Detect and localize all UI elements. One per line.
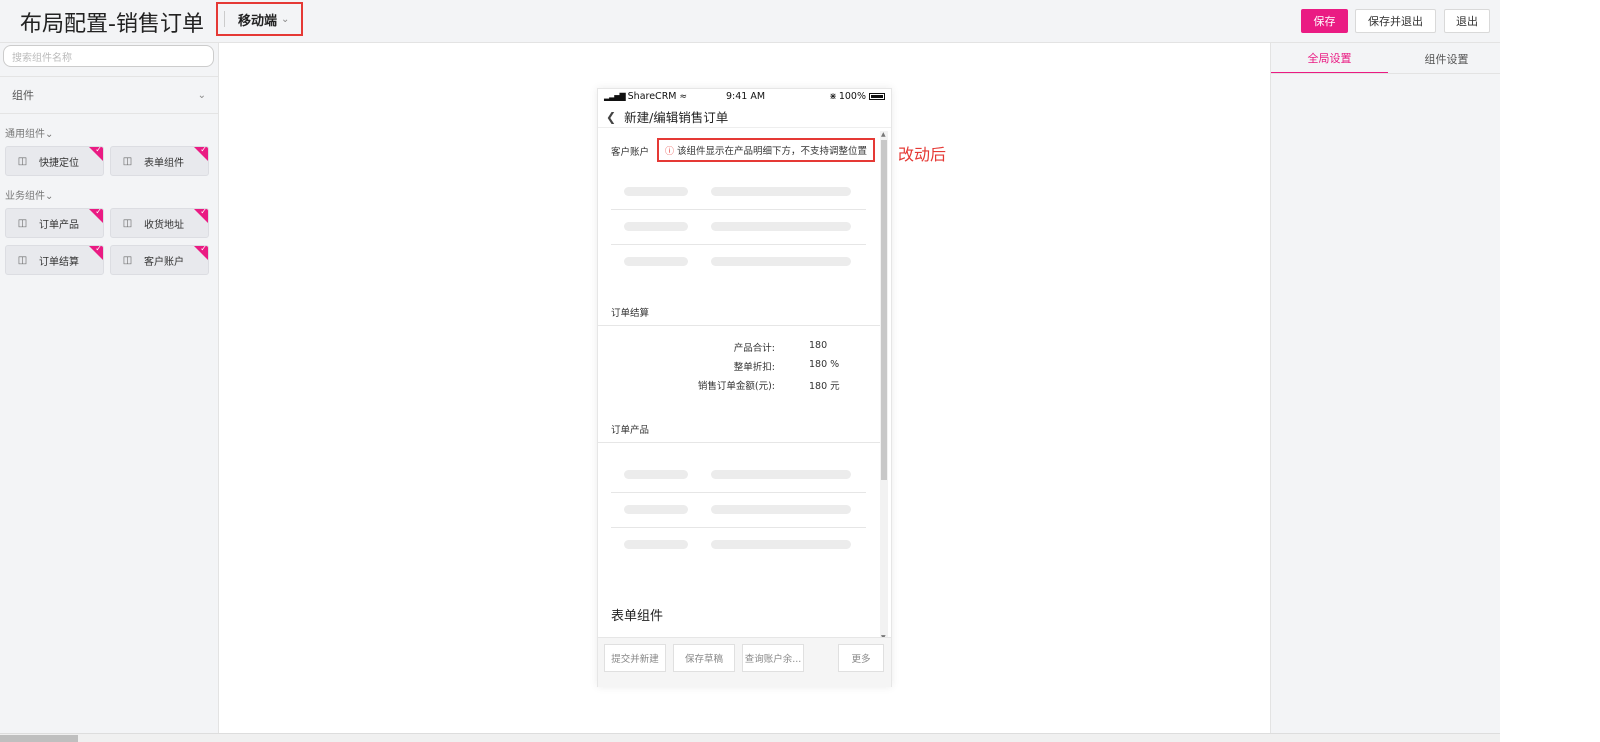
skeleton-row — [611, 210, 866, 245]
tabs-divider — [1271, 73, 1500, 74]
phone-nav-bar: ❮ 新建/编辑销售订单 — [598, 106, 891, 128]
scroll-thumb[interactable] — [881, 140, 887, 480]
component-label: 客户账户 — [144, 256, 184, 268]
skeleton-row — [611, 493, 866, 528]
phone-preview: ▂▃▅▇ ShareCRM ≈ 9:41 AM ⋇ 100% ❮ 新建/编辑销售订… — [597, 88, 892, 687]
customer-account-label: 客户账户 — [611, 147, 650, 158]
component-label: 快捷定位 — [39, 157, 79, 169]
battery-icon — [869, 93, 885, 100]
chevron-down-icon: ⌄ — [45, 129, 54, 140]
check-icon: ✓ — [200, 208, 207, 216]
horizontal-scrollbar[interactable] — [0, 733, 1500, 742]
settlement-section-title: 订单结算 — [611, 308, 650, 319]
phone-action-bar: 提交并新建 保存草稿 查询账户余... 更多 — [598, 637, 891, 687]
group-label-business[interactable]: 业务组件⌄ — [5, 187, 53, 202]
component-card-quick-locate[interactable]: ◫ 快捷定位 ✓ — [5, 146, 104, 176]
component-card-order-products[interactable]: ◫ 订单产品 ✓ — [5, 208, 104, 238]
component-label: 收货地址 — [144, 219, 184, 231]
component-label: 订单结算 — [39, 256, 79, 268]
mode-label: 移动端 — [238, 13, 278, 29]
form-component-title: 表单组件 — [611, 609, 664, 624]
check-icon: ✓ — [95, 245, 102, 253]
component-icon: ◫ — [122, 254, 133, 266]
submit-and-new-button[interactable]: 提交并新建 — [604, 644, 666, 672]
save-draft-button[interactable]: 保存草稿 — [673, 644, 735, 672]
component-card-form[interactable]: ◫ 表单组件 ✓ — [110, 146, 209, 176]
skeleton-row — [611, 458, 866, 493]
annotation-after: 改动后 — [898, 145, 947, 164]
back-arrow-icon[interactable]: ❮ — [606, 110, 616, 124]
battery-status: ⋇ 100% — [829, 91, 885, 102]
component-label: 表单组件 — [144, 157, 184, 169]
position-notice: ⓘ 该组件显示在产品明细下方，不支持调整位置 — [657, 138, 875, 162]
tab-global-settings[interactable]: 全局设置 — [1271, 43, 1388, 74]
chevron-down-icon: ⌄ — [197, 89, 206, 101]
chevron-down-icon: ⌄ — [281, 13, 290, 25]
mode-switch-dropdown[interactable]: 移动端 ⌄ — [216, 2, 303, 36]
component-card-order-settlement[interactable]: ◫ 订单结算 ✓ — [5, 245, 104, 275]
section-divider — [598, 442, 880, 443]
scroll-up-icon[interactable]: ▲ — [881, 131, 886, 138]
component-card-shipping-address[interactable]: ◫ 收货地址 ✓ — [110, 208, 209, 238]
blank-gutter — [1500, 0, 1600, 742]
phone-nav-title: 新建/编辑销售订单 — [624, 110, 729, 125]
component-icon: ◫ — [17, 217, 28, 229]
scroll-thumb[interactable] — [0, 735, 78, 742]
component-search-input[interactable]: 搜索组件名称 — [3, 45, 214, 67]
notice-text: 该组件显示在产品明细下方，不支持调整位置 — [677, 146, 868, 157]
signal-icon: ▂▃▅▇ — [604, 92, 626, 101]
settings-panel: 全局设置 组件设置 — [1270, 43, 1500, 733]
more-button[interactable]: 更多 — [838, 644, 884, 672]
skeleton-row — [611, 528, 866, 563]
bluetooth-icon: ⋇ — [829, 91, 837, 102]
carrier: ▂▃▅▇ ShareCRM ≈ — [604, 91, 688, 102]
summary-row: 整单折扣: 180 % — [733, 359, 840, 373]
summary-row: 销售订单金额(元): 180 元 — [697, 381, 840, 392]
save-button[interactable]: 保存 — [1301, 9, 1348, 33]
status-time: 9:41 AM — [726, 91, 766, 102]
component-card-customer-account[interactable]: ◫ 客户账户 ✓ — [110, 245, 209, 275]
skeleton-row — [611, 245, 866, 280]
skeleton-row — [611, 175, 866, 210]
tab-component-settings[interactable]: 组件设置 — [1388, 43, 1505, 74]
phone-status-bar: ▂▃▅▇ ShareCRM ≈ 9:41 AM ⋇ 100% — [598, 89, 891, 105]
divider — [224, 11, 225, 27]
component-label: 订单产品 — [39, 219, 79, 231]
components-accordion-header[interactable]: 组件 ⌄ — [0, 76, 218, 114]
check-icon: ✓ — [95, 208, 102, 216]
summary-row: 产品合计: 180 — [733, 340, 828, 354]
top-header: 布局配置-销售订单 移动端 ⌄ 保存 保存并退出 退出 — [0, 0, 1500, 43]
check-icon: ✓ — [95, 146, 102, 154]
exit-button[interactable]: 退出 — [1444, 9, 1490, 33]
save-and-exit-button[interactable]: 保存并退出 — [1355, 9, 1436, 33]
warning-circle-icon: ⓘ — [665, 146, 675, 157]
component-sidebar: 搜索组件名称 组件 ⌄ 通用组件⌄ ◫ 快捷定位 ✓ ◫ 表单组件 ✓ 业务组件… — [0, 43, 219, 733]
component-icon: ◫ — [122, 155, 133, 167]
group-label-general[interactable]: 通用组件⌄ — [5, 125, 53, 140]
chevron-down-icon: ⌄ — [45, 191, 54, 202]
section-divider — [598, 325, 880, 326]
component-icon: ◫ — [17, 254, 28, 266]
products-section-title: 订单产品 — [611, 425, 650, 436]
check-icon: ✓ — [200, 245, 207, 253]
component-icon: ◫ — [17, 155, 28, 167]
check-icon: ✓ — [200, 146, 207, 154]
components-heading: 组件 — [12, 89, 34, 102]
query-balance-button[interactable]: 查询账户余... — [742, 644, 804, 672]
component-icon: ◫ — [122, 217, 133, 229]
wifi-icon: ≈ — [679, 92, 688, 102]
page-title: 布局配置-销售订单 — [20, 12, 204, 37]
